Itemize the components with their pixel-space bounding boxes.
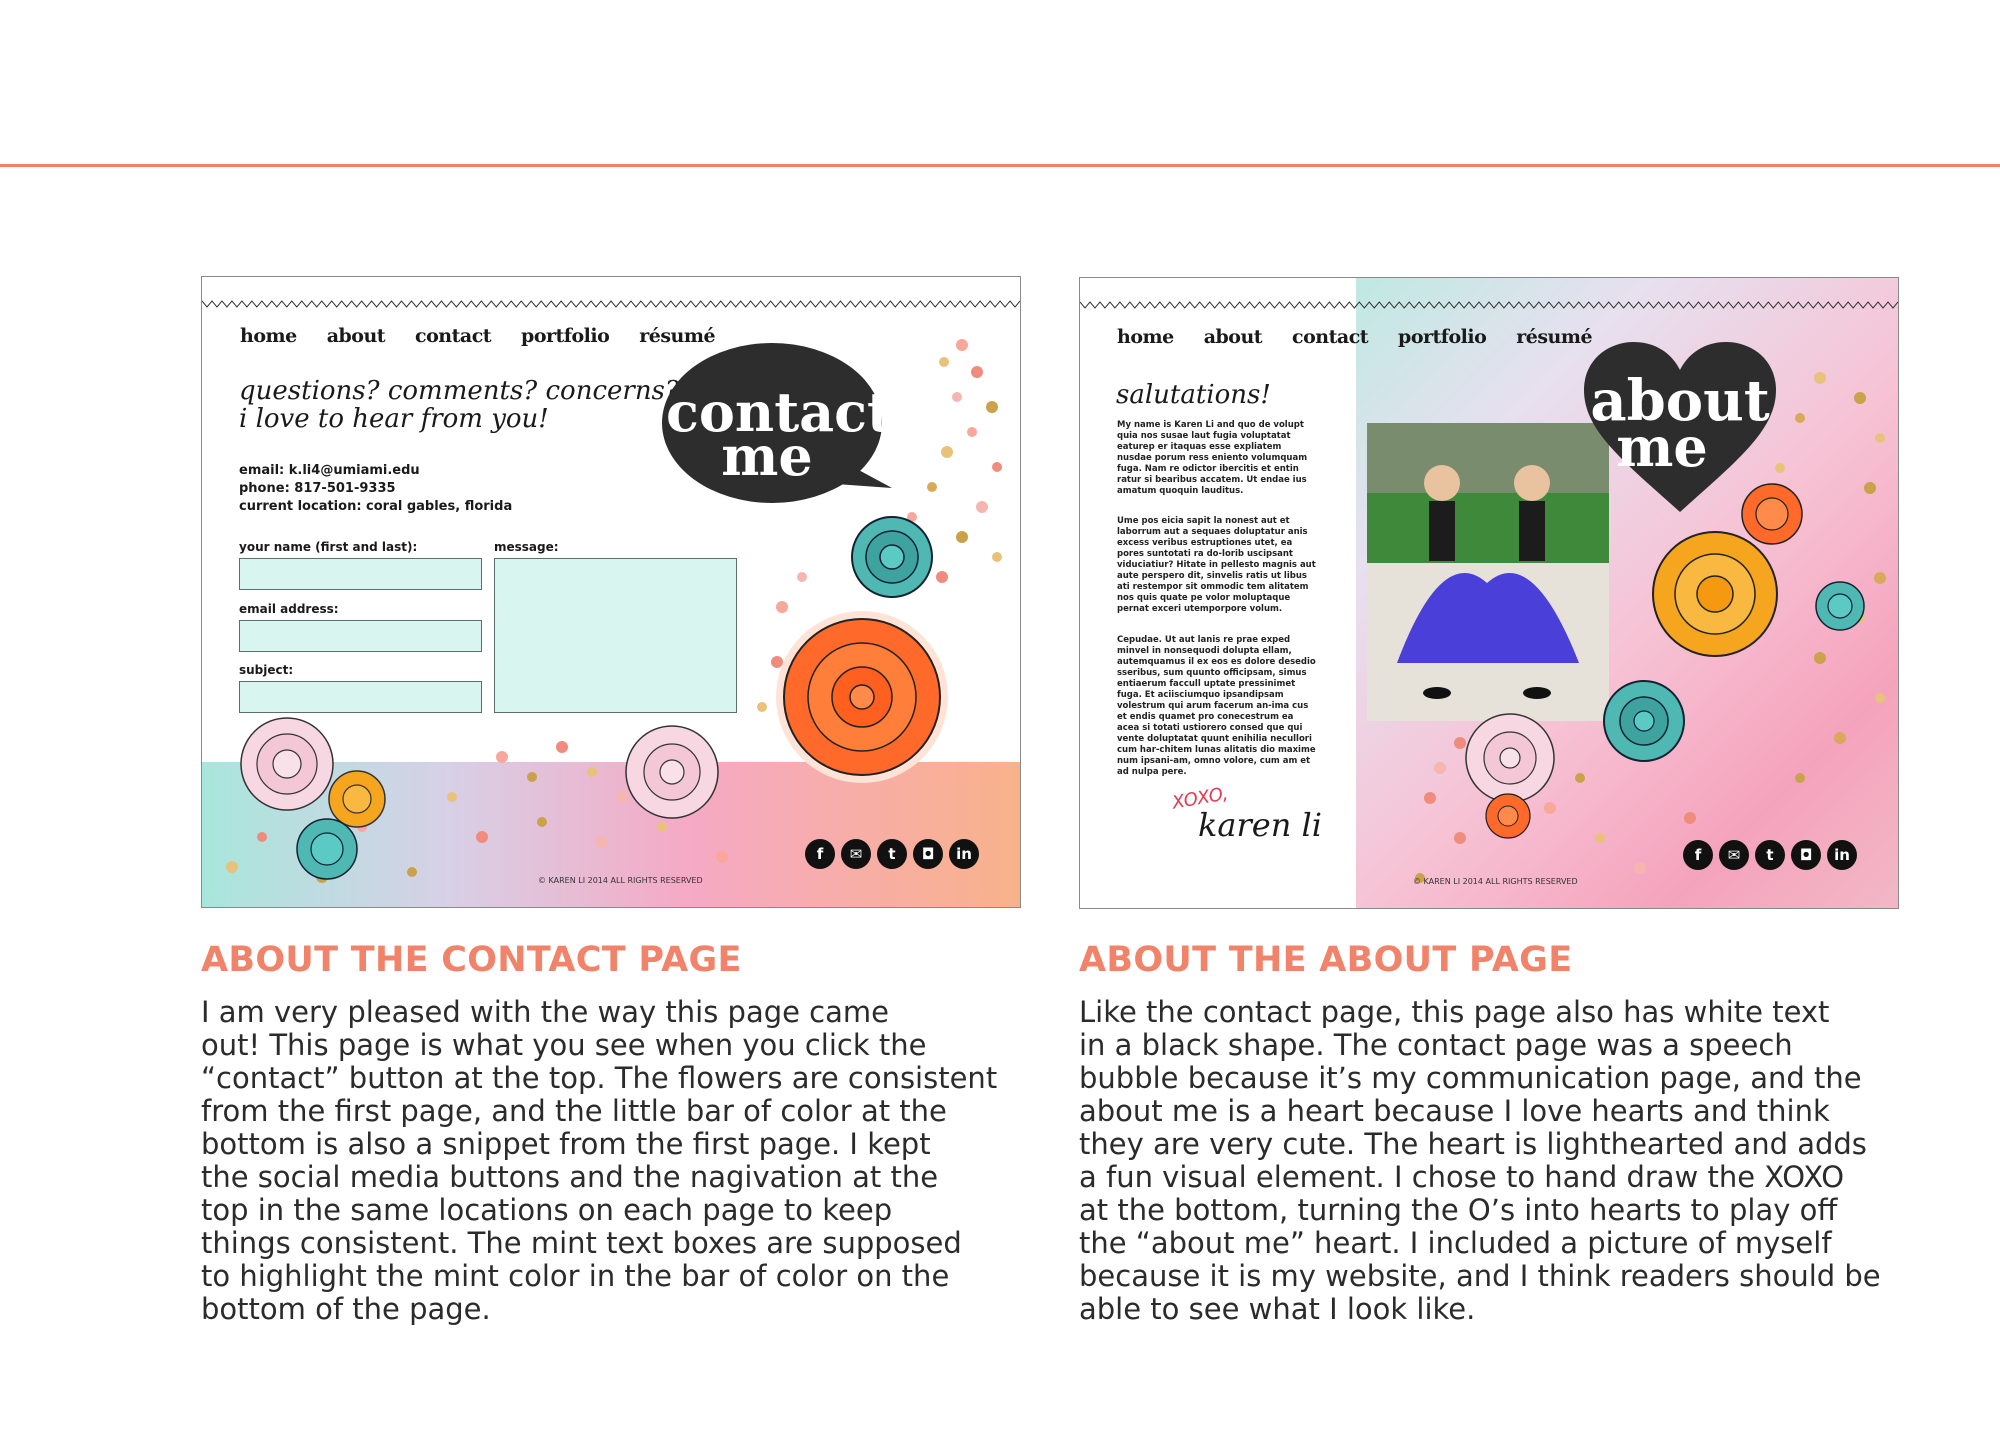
caption-line: I am very pleased with the way this page…: [201, 995, 889, 1029]
facebook-icon[interactable]: f: [805, 839, 835, 869]
caption-line: the social media buttons and the nagivat…: [201, 1160, 939, 1194]
about-caption-title: ABOUT THE ABOUT PAGE: [1079, 940, 1573, 980]
mail-icon[interactable]: ✉: [841, 839, 871, 869]
social-icons: f ✉ t ◘ in: [805, 839, 979, 869]
instagram-icon[interactable]: ◘: [913, 839, 943, 869]
linkedin-icon[interactable]: in: [1827, 840, 1857, 870]
caption-line: Like the contact page, this page also ha…: [1079, 995, 1830, 1029]
top-divider-rule: [0, 164, 2000, 167]
caption-line: from the first page, and the little bar …: [201, 1094, 947, 1128]
caption-line: able to see what I look like.: [1079, 1292, 1476, 1326]
pink-flower-right: [625, 725, 719, 819]
caption-line: a fun visual element. I chose to hand dr…: [1079, 1160, 1845, 1194]
caption-line: bottom is also a snippet from the first …: [201, 1127, 931, 1161]
copyright: © KAREN LI 2014 ALL RIGHTS RESERVED: [1413, 877, 1578, 886]
red-orange-flower: [1741, 483, 1803, 545]
teal-flower-mid: [1603, 680, 1685, 762]
flower-confetti-art: [226, 339, 1002, 883]
facebook-icon[interactable]: f: [1683, 840, 1713, 870]
caption-line: in a black shape. The contact page was a…: [1079, 1028, 1793, 1062]
twitter-icon[interactable]: t: [1755, 840, 1785, 870]
teal-flower-bottom: [296, 818, 358, 880]
twitter-icon[interactable]: t: [877, 839, 907, 869]
contact-caption-body: I am very pleased with the way this page…: [201, 996, 997, 1326]
orange-flower-large: [1652, 531, 1778, 657]
caption-line: bubble because it’s my communication pag…: [1079, 1061, 1862, 1095]
mail-icon[interactable]: ✉: [1719, 840, 1749, 870]
caption-line: top in the same locations on each page t…: [201, 1193, 893, 1227]
caption-line: about me is a heart because I love heart…: [1079, 1094, 1830, 1128]
pink-flower-left: [240, 717, 334, 811]
caption-line: bottom of the page.: [201, 1292, 491, 1326]
confetti-dots: [1415, 372, 1886, 883]
small-orange-flower: [1485, 793, 1531, 839]
teal-flower-top: [851, 516, 933, 598]
copyright: © KAREN LI 2014 ALL RIGHTS RESERVED: [538, 876, 703, 885]
caption-line: the “about me” heart. I included a pictu…: [1079, 1226, 1832, 1260]
contact-page-mockup: home about contact portfolio résumé ques…: [201, 276, 1021, 908]
caption-line: because it is my website, and I think re…: [1079, 1259, 1881, 1293]
caption-line: at the bottom, turning the O’s into hear…: [1079, 1193, 1838, 1227]
caption-line: they are very cute. The heart is lighthe…: [1079, 1127, 1867, 1161]
contact-caption-title: ABOUT THE CONTACT PAGE: [201, 940, 742, 980]
social-icons: f ✉ t ◘ in: [1683, 840, 1857, 870]
instagram-icon[interactable]: ◘: [1791, 840, 1821, 870]
teal-flower-right: [1815, 581, 1865, 631]
linkedin-icon[interactable]: in: [949, 839, 979, 869]
about-page-mockup: home about contact portfolio résumé salu…: [1079, 277, 1899, 909]
caption-line: out! This page is what you see when you …: [201, 1028, 927, 1062]
pink-flower: [1465, 713, 1555, 803]
small-orange-flower: [328, 770, 386, 828]
orange-flower: [776, 611, 948, 783]
flower-confetti-art: [1415, 372, 1886, 883]
caption-line: things consistent. The mint text boxes a…: [201, 1226, 962, 1260]
about-caption-body: Like the contact page, this page also ha…: [1079, 996, 1881, 1326]
caption-line: “contact” button at the top. The flowers…: [201, 1061, 998, 1095]
caption-line: to highlight the mint color in the bar o…: [201, 1259, 950, 1293]
